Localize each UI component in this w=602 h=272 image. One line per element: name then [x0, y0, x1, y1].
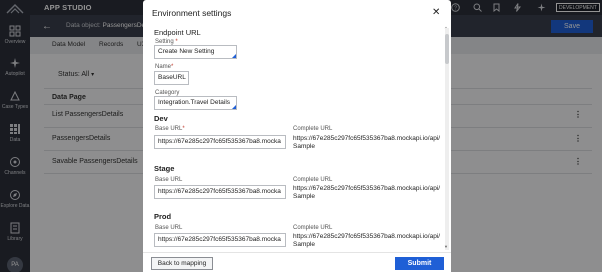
- prod-base-url-label: Base URL: [155, 225, 183, 231]
- stage-base-url-label: Base URL: [155, 177, 183, 183]
- dev-base-url-value: https://67e285c297fc65f535367ba8.mocka: [158, 138, 281, 145]
- dev-complete-url-label: Complete URL: [293, 126, 333, 132]
- dropdown-corner-icon: [232, 54, 236, 58]
- environment-settings-dialog: Environment settings ✕ Endpoint URL Sett…: [143, 0, 451, 272]
- stage-heading: Stage: [154, 164, 175, 173]
- prod-base-url-value: https://67e285c297fc65f535367ba8.mocka: [158, 236, 281, 243]
- dev-base-url-label-text: Base URL: [155, 126, 183, 132]
- dropdown-corner-icon: [232, 105, 236, 109]
- scroll-down-icon[interactable]: ▼: [444, 244, 448, 249]
- name-label: Name*: [155, 64, 173, 70]
- scrollbar-thumb[interactable]: [445, 34, 449, 64]
- required-asterisk: *: [171, 64, 174, 70]
- dev-complete-url-value: https://67e285c297fc65f535367ba8.mockapi…: [293, 135, 441, 150]
- setting-value: Create New Setting: [158, 48, 215, 55]
- dialog-title: Environment settings: [152, 8, 232, 18]
- setting-select[interactable]: Create New Setting: [154, 45, 237, 59]
- prod-complete-url-label: Complete URL: [293, 225, 333, 231]
- dev-base-url-input[interactable]: https://67e285c297fc65f535367ba8.mocka: [154, 135, 286, 149]
- stage-complete-url-label: Complete URL: [293, 177, 333, 183]
- close-icon[interactable]: ✕: [432, 7, 440, 18]
- prod-base-url-input[interactable]: https://67e285c297fc65f535367ba8.mocka: [154, 233, 286, 247]
- category-value: Integration.Travel Details: [158, 99, 231, 106]
- dialog-scrollbar[interactable]: [445, 28, 449, 250]
- prod-complete-url-value: https://67e285c297fc65f535367ba8.mockapi…: [293, 233, 441, 248]
- category-select[interactable]: Integration.Travel Details: [154, 96, 237, 110]
- stage-base-url-value: https://67e285c297fc65f535367ba8.mocka: [158, 188, 281, 195]
- name-value: BaseURL: [158, 74, 186, 81]
- prod-heading: Prod: [154, 212, 172, 221]
- endpoint-url-heading: Endpoint URL: [154, 28, 201, 37]
- required-asterisk: *: [182, 126, 185, 132]
- dev-base-url-label: Base URL*: [155, 126, 185, 132]
- name-label-text: Name: [155, 64, 172, 70]
- name-input[interactable]: BaseURL: [154, 71, 189, 85]
- stage-base-url-input[interactable]: https://67e285c297fc65f535367ba8.mocka: [154, 185, 286, 199]
- submit-button[interactable]: Submit: [395, 257, 444, 270]
- stage-complete-url-value: https://67e285c297fc65f535367ba8.mockapi…: [293, 185, 441, 200]
- back-to-mapping-button[interactable]: Back to mapping: [151, 257, 213, 270]
- dialog-footer: Back to mapping Submit: [143, 252, 451, 272]
- dev-heading: Dev: [154, 114, 168, 123]
